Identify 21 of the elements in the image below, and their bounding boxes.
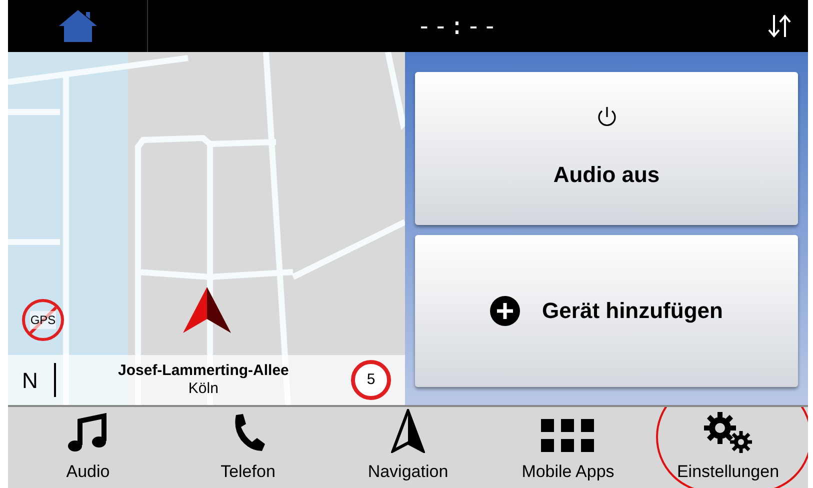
north-indicator[interactable]: N (22, 364, 38, 396)
settings-icon (703, 410, 753, 452)
add-device-button[interactable]: Gerät hinzufügen (415, 234, 798, 387)
nav-tab[interactable]: Telefon (178, 412, 318, 484)
nav-tab[interactable]: Navigation (338, 408, 478, 484)
app-grid-icon (541, 418, 595, 452)
navigation-arrow-icon (391, 408, 425, 452)
audio-off-button[interactable]: Audio aus (415, 72, 798, 224)
street-name: Josef-Lammerting-Allee (118, 362, 289, 380)
speed-limit-sign: 5 (351, 360, 391, 400)
clock-text: --:-- (416, 11, 500, 42)
vehicle-arrow-icon (183, 287, 231, 333)
gps-off-icon: GPS (22, 299, 64, 341)
nav-tab[interactable]: Audio (18, 412, 158, 484)
music-note-icon (68, 412, 108, 452)
sort-arrows-icon[interactable] (768, 13, 792, 39)
city-name: Köln (188, 380, 218, 398)
nav-tab[interactable]: Einstellungen (658, 410, 798, 484)
plus-circle-icon (490, 296, 520, 326)
nav-tab[interactable]: Mobile Apps (498, 418, 638, 484)
home-icon[interactable] (58, 9, 98, 43)
